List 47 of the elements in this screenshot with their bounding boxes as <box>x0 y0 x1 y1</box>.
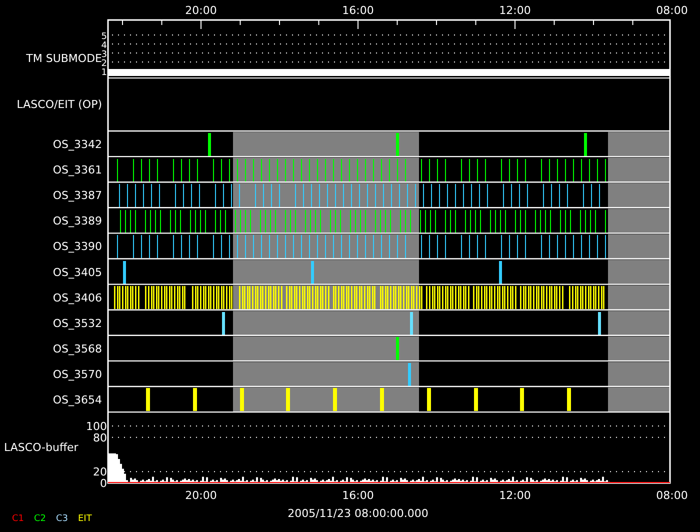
axis-label: 100 <box>86 420 107 433</box>
row-label: OS_3390 <box>52 240 102 254</box>
row-label: OS_3389 <box>52 214 102 228</box>
data-gap-shading <box>608 310 670 336</box>
legend-label: C2 <box>34 514 46 524</box>
time-axis-label: 08:00 <box>656 489 688 502</box>
axis-label: 1 <box>101 68 107 78</box>
time-axis-label: 08:00 <box>656 4 688 17</box>
row-label: OS_3570 <box>52 368 102 381</box>
data-gap-shading <box>608 362 670 386</box>
data-gap-shading <box>608 208 670 234</box>
data-gap-shading <box>608 132 670 157</box>
time-axis-label: 16:00 <box>342 489 374 502</box>
time-axis-label: 20:00 <box>185 489 217 502</box>
row-label: OS_3654 <box>52 394 102 406</box>
data-gap-shading <box>608 158 670 182</box>
axis-label: 2 <box>101 59 107 69</box>
time-axis-label: 16:00 <box>342 4 374 17</box>
row-label: OS_3361 <box>52 164 102 177</box>
data-gap-shading <box>608 234 670 259</box>
panel-label: LASCO/EIT (OP) <box>16 98 102 111</box>
panel-label: LASCO-buffer <box>4 441 78 454</box>
time-axis-label: 20:00 <box>185 4 217 17</box>
time-axis-label: 12:00 <box>499 489 531 502</box>
legend-label: C1 <box>12 514 24 524</box>
data-gap-shading <box>608 388 670 412</box>
axis-label: 0 <box>100 477 107 490</box>
legend-label: C3 <box>56 514 68 524</box>
row-label: OS_3568 <box>52 342 102 356</box>
axis-label: 20 <box>93 466 107 479</box>
panel-label: TM SUBMODE <box>26 52 102 65</box>
time-axis-label: 12:00 <box>499 4 531 17</box>
axis-label: 80 <box>93 431 107 444</box>
axis-label: 3 <box>101 50 107 60</box>
data-gap-shading <box>608 183 670 208</box>
row-label: OS_3342 <box>52 138 102 151</box>
legend-label: EIT <box>78 514 92 524</box>
data-gap-shading <box>608 285 670 310</box>
axis-label: 4 <box>101 41 107 51</box>
data-gap-shading <box>608 260 670 284</box>
row-label: OS_3406 <box>52 291 102 304</box>
row-label: OS_3405 <box>52 266 102 279</box>
axis-label: 5 <box>101 32 107 42</box>
data-gap-shading <box>608 336 670 361</box>
row-label: OS_3532 <box>52 316 102 330</box>
date-label: 2005/11/23 08:00:00.000 <box>288 507 428 520</box>
row-label: OS_3387 <box>52 189 102 202</box>
